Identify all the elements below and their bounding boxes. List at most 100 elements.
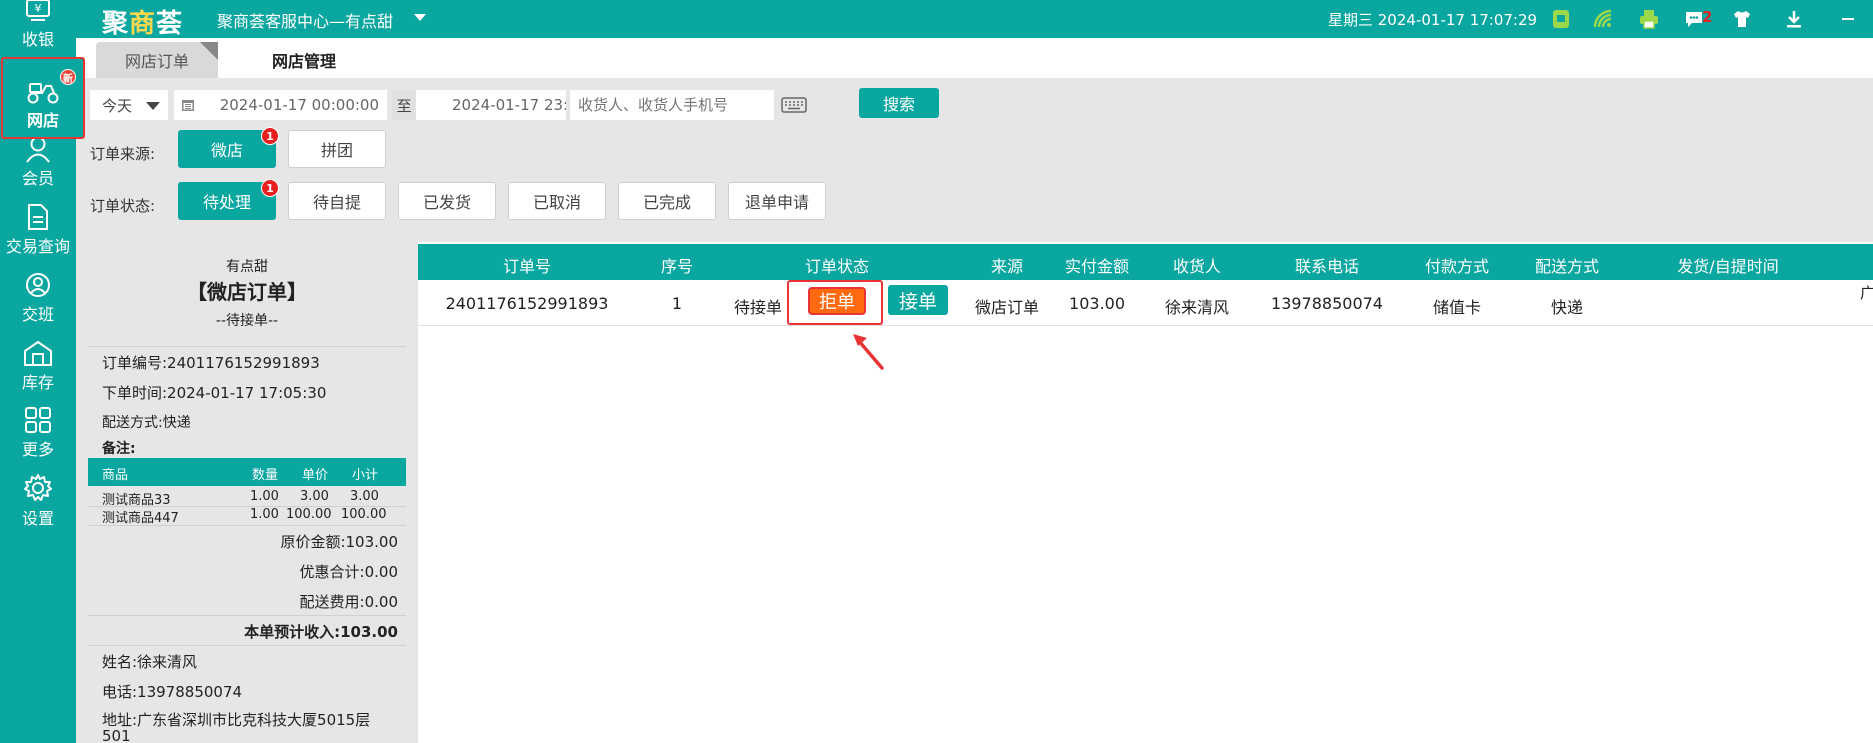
receipt-order-no: 订单编号:2401176152991893 <box>102 354 320 372</box>
end-date-field[interactable]: 2024-01-17 23:59:59 <box>416 90 566 120</box>
sidebar-item-label: 收银 <box>21 30 54 49</box>
cashier-icon: ¥ <box>26 0 50 21</box>
table-row[interactable]: 2401176152991893 1 待接单 拒单 接单 微店订单 103.00… <box>418 280 1873 326</box>
sidebar-item-settings[interactable]: 设置 <box>0 469 76 535</box>
pill-label: 已完成 <box>642 193 691 212</box>
receipt-items-header: 商品 数量 单价 小计 <box>88 458 406 486</box>
col-ship-time: 发货/自提时间 <box>1677 257 1779 276</box>
receipt-item-subtotal: 100.00 <box>341 507 387 522</box>
new-badge: 新 <box>60 69 76 85</box>
pill-label: 待处理 <box>202 193 251 212</box>
status-completed-button[interactable]: 已完成 <box>618 182 716 220</box>
status-shipped-button[interactable]: 已发货 <box>398 182 496 220</box>
shirt-icon[interactable] <box>1730 7 1754 31</box>
cell-order-no: 2401176152991893 <box>445 294 609 313</box>
receipt-discount: 优惠合计:0.00 <box>299 563 398 581</box>
sidebar-item-cashier[interactable]: ¥ 收银 <box>0 0 76 56</box>
col-amount: 实付金额 <box>1064 257 1130 276</box>
sidebar-item-label: 交易查询 <box>5 237 70 256</box>
sidebar-item-more[interactable]: 更多 <box>0 400 76 466</box>
download-icon[interactable] <box>1782 7 1806 31</box>
source-group-buy-button[interactable]: 拼团 <box>288 130 386 168</box>
divider <box>88 346 406 347</box>
search-button[interactable]: 搜索 <box>859 88 939 118</box>
top-bar: 聚商荟 聚商荟客服中心—有点甜 星期三 2024-01-17 17:07:29 … <box>0 0 1873 39</box>
col-payment: 付款方式 <box>1424 257 1490 276</box>
accept-order-button[interactable]: 接单 <box>888 285 948 315</box>
grid-icon <box>25 407 51 433</box>
receipt-item-name: 测试商品447 <box>102 511 179 526</box>
wifi-icon[interactable] <box>1591 7 1615 31</box>
sidebar-item-inventory[interactable]: 库存 <box>0 333 76 399</box>
receipt-shop-name: 有点甜 <box>226 259 268 275</box>
pill-label: 微店 <box>210 141 243 160</box>
col-delivery: 配送方式 <box>1534 257 1600 276</box>
sidebar-item-label: 会员 <box>21 169 54 188</box>
receipt-item-price: 100.00 <box>286 507 332 522</box>
receipt-item-qty: 1.00 <box>250 507 279 522</box>
svg-text:¥: ¥ <box>35 2 42 15</box>
status-pickup-button[interactable]: 待自提 <box>288 182 386 220</box>
receipt-item-subtotal: 3.00 <box>350 489 379 504</box>
sidebar-item-label: 网店 <box>26 111 59 130</box>
tab-online-orders[interactable]: 网店订单 <box>96 42 218 78</box>
sidebar-item-online-store[interactable]: 网店 新 <box>1 57 85 139</box>
tab-online-store-management[interactable]: 网店管理 <box>244 42 364 78</box>
sidebar-item-label: 交班 <box>21 305 54 324</box>
tablet-icon[interactable] <box>1549 7 1573 31</box>
keyboard-icon[interactable] <box>779 92 809 118</box>
tab-corner-icon <box>200 42 218 60</box>
member-icon <box>26 136 50 163</box>
col-phone: 联系电话 <box>1294 257 1360 276</box>
document-icon <box>28 204 48 230</box>
reject-order-button[interactable]: 拒单 <box>808 287 866 315</box>
sidebar-item-label: 库存 <box>21 373 54 392</box>
minimize-icon[interactable] <box>1836 7 1860 31</box>
tab-label: 网店管理 <box>271 52 336 71</box>
col-source: 来源 <box>990 257 1024 276</box>
cell-source: 微店订单 <box>974 298 1040 317</box>
count-badge: 1 <box>261 127 279 145</box>
receipt-address-cont: 501 <box>102 727 131 743</box>
status-pending-button[interactable]: 待处理 1 <box>178 179 279 220</box>
receipt-shipping: 配送费用:0.00 <box>299 593 398 611</box>
cell-delivery: 快递 <box>1550 298 1584 317</box>
receipt-delivery: 配送方式:快递 <box>102 415 191 431</box>
receipt-status: --待接单-- <box>215 313 279 329</box>
date-range-value: 今天 <box>102 96 133 115</box>
status-cancelled-button[interactable]: 已取消 <box>508 182 606 220</box>
sidebar: ¥ 收银 网店 新 会员 交易查询 交班 库存 更多 设置 <box>0 0 85 743</box>
receipt-item-qty: 1.00 <box>250 489 279 504</box>
date-range-select[interactable]: 今天 <box>90 90 168 120</box>
store-title[interactable]: 聚商荟客服中心—有点甜 <box>217 8 393 32</box>
calendar-icon[interactable] <box>174 90 202 120</box>
shift-icon <box>26 273 50 297</box>
filter-panel: 今天 2024-01-17 00:00:00 至 2024-01-17 23:5… <box>76 78 1873 242</box>
cell-address-truncated: 广 <box>1860 284 1873 302</box>
source-weidian-button[interactable]: 微店 1 <box>178 127 279 168</box>
gear-icon <box>24 474 52 501</box>
status-refund-request-button[interactable]: 退单申请 <box>728 182 826 220</box>
cell-amount: 103.00 <box>1069 294 1125 313</box>
pill-label: 已发货 <box>422 193 471 212</box>
sidebar-item-transactions[interactable]: 交易查询 <box>0 197 76 263</box>
receipt-address: 地址:广东省深圳市比克科技大厦5015层 <box>102 711 371 729</box>
receipt-remark: 备注: <box>102 441 136 457</box>
sidebar-item-shift[interactable]: 交班 <box>0 265 76 331</box>
receipt-name: 姓名:徐来清风 <box>102 653 198 671</box>
receipt-item-price: 3.00 <box>300 489 329 504</box>
search-input[interactable] <box>570 90 774 120</box>
cell-seq: 1 <box>671 294 683 313</box>
start-date-field[interactable]: 2024-01-17 00:00:00 <box>202 90 387 120</box>
divider <box>88 525 406 526</box>
printer-icon[interactable] <box>1637 7 1661 31</box>
col-subtotal: 小计 <box>352 468 379 483</box>
chevron-down-icon[interactable] <box>414 14 426 21</box>
col-price: 单价 <box>302 468 329 483</box>
to-label: 至 <box>392 90 416 120</box>
brand-logo: 聚商荟 <box>102 9 184 39</box>
warehouse-icon <box>24 340 52 366</box>
cell-receiver: 徐来清风 <box>1164 298 1230 317</box>
scooter-icon <box>27 83 59 104</box>
pill-label: 拼团 <box>320 141 353 160</box>
